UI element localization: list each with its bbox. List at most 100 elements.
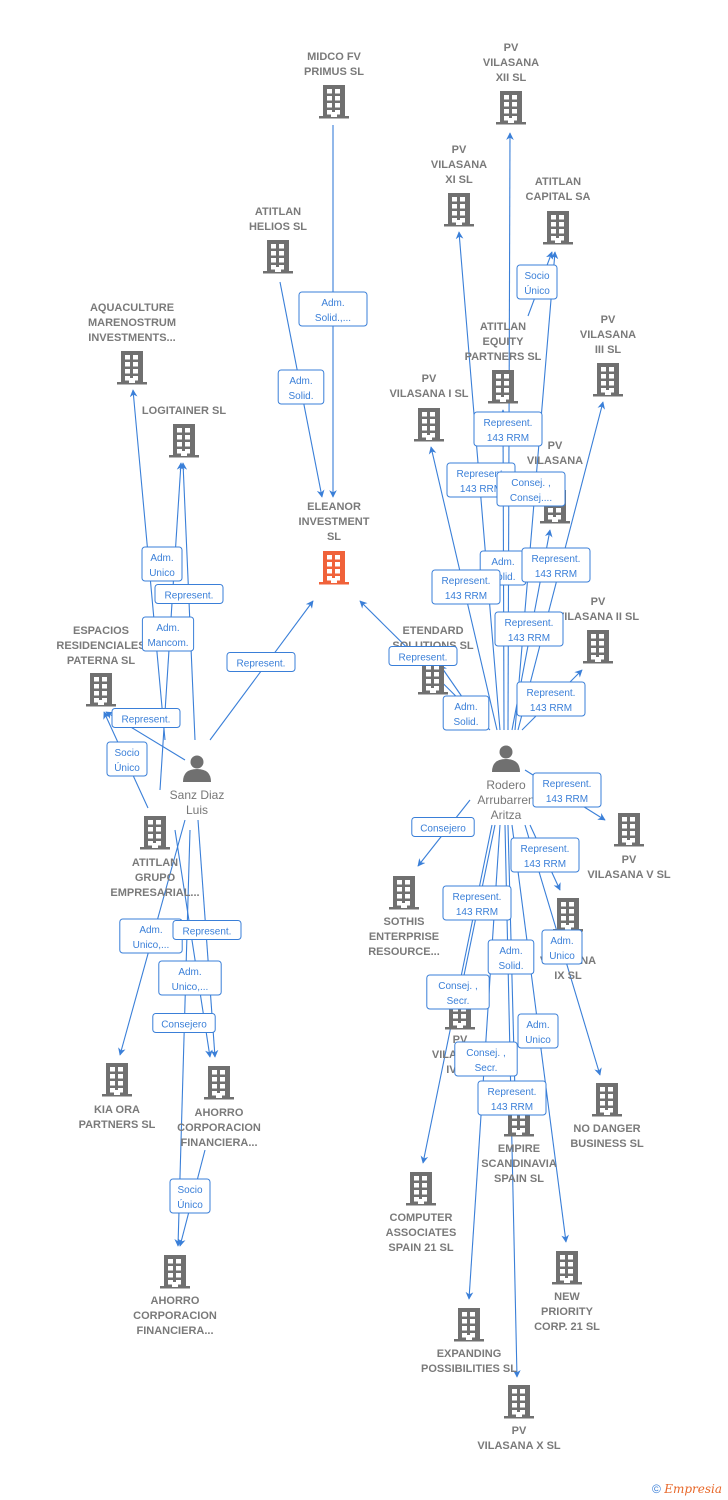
edge-label-rodero-pv4[interactable]: Represent. 143 RRM — [442, 885, 512, 921]
edge-label-text: Represent. — [488, 1087, 537, 1098]
node-label: RESOURCE... — [368, 946, 440, 958]
relationship-graph: MIDCO FV PRIMUS SL PV VILASANA XII SL PV VILAS… — [56, 42, 671, 1452]
edge-label-text: 143 RRM — [456, 907, 498, 918]
edge-label-rodero-computer[interactable]: Consej. , Secr. — [426, 974, 490, 1010]
edge-label-rodero-pv9[interactable]: Represent. 143 RRM — [510, 837, 580, 873]
edge-label-rodero-pv1[interactable]: Represent. 143 RRM — [431, 569, 501, 605]
edge-label-text: Adm. — [156, 623, 179, 634]
company-node-expanding[interactable]: EXPANDING POSSIBILITIES SL — [421, 1308, 517, 1375]
edge-label-sanz-aquaculture[interactable]: Adm. Unico — [141, 546, 183, 582]
edge-label-sanz-espacios[interactable]: Represent. — [111, 708, 181, 728]
edge-label-text: Adm. — [178, 967, 201, 978]
building-icon — [488, 370, 518, 404]
edge-label-midco-eleanor[interactable]: Adm. Solid.,... — [298, 291, 368, 327]
company-node-espacios[interactable]: ESPACIOS RESIDENCIALES PATERNA SL — [56, 625, 146, 707]
node-label: VILASANA I SL — [389, 388, 468, 400]
edge-label-sanz-logitainer[interactable]: Adm. Mancom. — [141, 616, 195, 652]
company-node-nodanger[interactable]: NO DANGER BUSINESS SL — [570, 1083, 644, 1150]
company-node-pv3[interactable]: PV VILASANA III SL — [580, 314, 636, 397]
node-label: VILASANA — [431, 159, 487, 171]
edge-label-text: Adm. — [139, 925, 162, 936]
building-icon — [592, 1083, 622, 1117]
node-label: MIDCO FV — [307, 51, 361, 63]
edge-label-rodero-newpriority[interactable]: Adm. Unico — [517, 1013, 559, 1049]
node-label: PV — [422, 373, 437, 385]
company-node-atitlan_equity[interactable]: ATITLAN EQUITY PARTNERS SL — [465, 321, 542, 404]
building-icon — [553, 898, 583, 932]
edge-label-rodero-expanding[interactable]: Adm. Solid. — [487, 939, 535, 975]
company-node-sothis[interactable]: SOTHIS ENTERPRISE RESOURCE... — [368, 876, 440, 958]
building-icon — [160, 1255, 190, 1289]
building-icon — [454, 1308, 484, 1342]
company-node-atitlan_capital[interactable]: ATITLAN CAPITAL SA — [526, 176, 591, 245]
node-label: COMPUTER — [390, 1212, 453, 1224]
company-node-atitlan_grupo[interactable]: ATITLAN GRUPO EMPRESARIAL... — [110, 816, 200, 899]
node-label: INVESTMENT — [299, 516, 370, 528]
company-node-pv2[interactable]: PV VILASANA II SL — [557, 596, 639, 664]
edge-label-rodero-pv3[interactable]: Represent. 143 RRM — [494, 611, 564, 647]
edge-label-text: Consejero — [161, 1020, 207, 1031]
edge-label-text: Unico — [525, 1035, 551, 1046]
edge-label-atitlan_grupo-espacios[interactable]: Socio Único — [106, 741, 148, 777]
company-node-pv5[interactable]: PV VILASANA V SL — [587, 813, 671, 881]
building-icon — [319, 85, 349, 119]
edge-label-atitlan_equity-atitlan_capital[interactable]: Socio Único — [516, 264, 558, 300]
node-label: CAPITAL SA — [526, 191, 591, 203]
edge-label-text: Adm. — [550, 936, 573, 947]
edge-label-text: Adm. — [491, 557, 514, 568]
edge-label-rodero-pv5[interactable]: Represent. 143 RRM — [532, 772, 602, 808]
company-node-midco[interactable]: MIDCO FV PRIMUS SL — [304, 51, 364, 119]
edge-label-sanz-ahorro2[interactable]: Consejero — [152, 1013, 216, 1033]
building-icon — [583, 630, 613, 664]
company-node-pv11[interactable]: PV VILASANA XI SL — [431, 144, 487, 227]
node-label: VILASANA — [580, 329, 636, 341]
edge-label-rodero-eleanor[interactable]: Represent. — [388, 646, 458, 666]
company-node-newpriority[interactable]: NEW PRIORITY CORP. 21 SL — [534, 1251, 600, 1333]
building-icon — [552, 1251, 582, 1285]
company-node-logitainer[interactable]: LOGITAINER SL — [142, 405, 226, 458]
edge-label-ahorro1-ahorro2[interactable]: Socio Único — [169, 1178, 211, 1214]
node-label: VILASANA V SL — [587, 869, 671, 881]
edge-label-text: Represent. — [527, 688, 576, 699]
building-icon — [406, 1172, 436, 1206]
person-node-sanz[interactable]: Sanz DiazLuis — [170, 755, 225, 818]
edge-label-text: 143 RRM — [491, 1102, 533, 1113]
edge-label-rodero-pvx[interactable]: Represent. 143 RRM — [521, 547, 591, 583]
brand-logo[interactable]: Empresia — [664, 1482, 722, 1496]
edge-label-sanz-eleanor[interactable]: Represent. — [226, 652, 296, 672]
company-node-aquaculture[interactable]: AQUACULTURE MARENOSTRUM INVESTMENTS... — [88, 302, 176, 385]
company-node-pv10[interactable]: PV VILASANA X SL — [477, 1385, 561, 1452]
building-icon — [319, 551, 349, 585]
edge-label-rodero-empire[interactable]: Represent. 143 RRM — [477, 1080, 547, 1116]
edge-label-rodero-pv2[interactable]: Represent. 143 RRM — [516, 681, 586, 717]
edge-label-text: Socio — [114, 748, 139, 759]
edge-label-atitlan_helios-eleanor[interactable]: Adm. Solid. — [277, 369, 325, 405]
edge-label-sanz-ahorro1[interactable]: Adm. Unico,... — [158, 960, 222, 996]
node-label: SOTHIS — [384, 916, 425, 928]
edge-label-sanz-logitainer[interactable]: Represent. — [154, 584, 224, 604]
company-node-pv1[interactable]: PV VILASANA I SL — [389, 373, 469, 442]
company-node-atitlan_helios[interactable]: ATITLAN HELIOS SL — [249, 206, 307, 274]
edge-label-rodero-sothis[interactable]: Consejero — [411, 817, 475, 837]
node-label: GRUPO — [135, 872, 176, 884]
node-label: VILASANA II SL — [557, 611, 639, 623]
edge-label-text: 143 RRM — [508, 633, 550, 644]
edge-label-rodero-nodanger[interactable]: Adm. Unico — [541, 929, 583, 965]
company-node-ahorro1[interactable]: AHORRO CORPORACION FINANCIERA... — [177, 1066, 261, 1149]
edge-label-sanz-ahorro1[interactable]: Represent. — [172, 920, 242, 940]
edge-label-text: Represent. — [237, 659, 286, 670]
company-node-kia[interactable]: KIA ORA PARTNERS SL — [79, 1063, 156, 1131]
edge-label-text: Unico,... — [133, 940, 170, 951]
edge-label-rodero-etendard[interactable]: Adm. Solid. — [442, 695, 490, 731]
company-node-eleanor[interactable]: ELEANOR INVESTMENT SL — [299, 501, 370, 585]
edge-label-rodero-pv10[interactable]: Consej. , Secr. — [454, 1041, 518, 1077]
edge-label-rodero-pv12[interactable]: Represent. 143 RRM — [473, 411, 543, 447]
node-label: AHORRO — [195, 1107, 244, 1119]
edge-label-text: Único — [177, 1198, 203, 1211]
company-node-ahorro2[interactable]: AHORRO CORPORACION FINANCIERA... — [133, 1255, 217, 1337]
person-node-rodero[interactable]: RoderoArrubarrenAritza — [477, 745, 535, 823]
company-node-pv12[interactable]: PV VILASANA XII SL — [483, 42, 539, 125]
edge-label-rodero-atitlan_capital[interactable]: Consej. , Consej.... — [496, 471, 566, 507]
company-node-computer[interactable]: COMPUTER ASSOCIATES SPAIN 21 SL — [386, 1172, 457, 1254]
building-icon — [263, 240, 293, 274]
